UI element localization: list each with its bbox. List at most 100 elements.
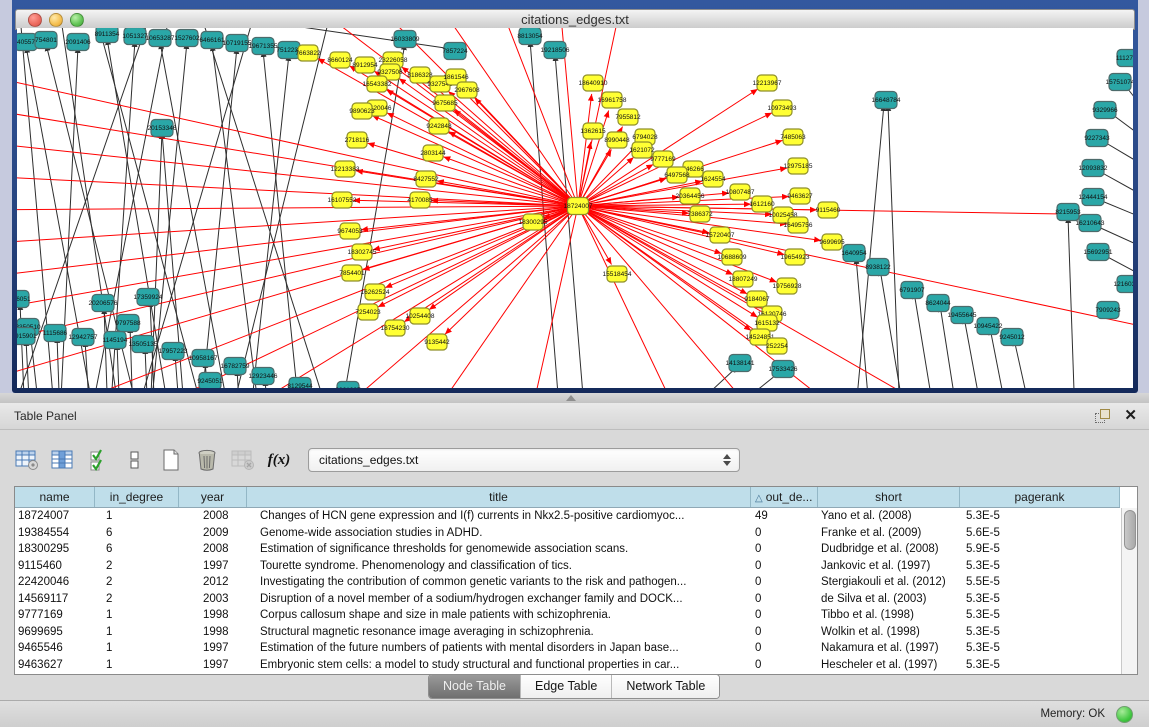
- graph-node[interactable]: 1527602: [174, 30, 200, 47]
- table-cell[interactable]: Franke et al. (2009): [818, 525, 960, 542]
- graph-node[interactable]: 7955812: [615, 109, 641, 125]
- graph-node[interactable]: 15720407: [706, 227, 735, 243]
- graph-node[interactable]: 16210643: [1076, 215, 1105, 232]
- graph-node[interactable]: 16782759: [221, 358, 250, 375]
- graph-node[interactable]: 16495756: [784, 217, 813, 233]
- table-cell[interactable]: Tibbo et al. (1998): [818, 607, 960, 624]
- table-cell[interactable]: 1: [95, 607, 179, 624]
- table-cell[interactable]: 5.3E-5: [960, 640, 1120, 657]
- graph-node[interactable]: 18302745: [348, 244, 377, 260]
- table-row[interactable]: 946362711997Embryonic stem cells: a mode…: [15, 657, 1122, 674]
- graph-node[interactable]: 9675685: [432, 95, 458, 111]
- table-cell[interactable]: 2008: [179, 508, 247, 525]
- table-cell[interactable]: Wolkin et al. (1998): [818, 624, 960, 641]
- table-cell[interactable]: 0: [751, 574, 818, 591]
- table-cell[interactable]: Estimation of the future numbers of pati…: [247, 640, 751, 657]
- table-cell[interactable]: 0: [751, 624, 818, 641]
- table-mode-button[interactable]: [14, 447, 40, 473]
- graph-node[interactable]: 9674053: [337, 223, 363, 239]
- graph-node[interactable]: 2967608: [454, 82, 480, 98]
- table-row[interactable]: 977716911998Corpus callosum shape and si…: [15, 607, 1122, 624]
- table-cell[interactable]: Investigating the contribution of common…: [247, 574, 751, 591]
- table-cell[interactable]: 2012: [179, 574, 247, 591]
- tab-edge-table[interactable]: Edge Table: [521, 675, 612, 698]
- graph-node[interactable]: 7857224: [442, 43, 468, 60]
- table-cell[interactable]: 1: [95, 508, 179, 525]
- table-cell[interactable]: 5.3E-5: [960, 508, 1120, 525]
- tab-node-table[interactable]: Node Table: [429, 675, 521, 698]
- graph-node[interactable]: 15518454: [603, 266, 632, 282]
- table-cell[interactable]: 1998: [179, 607, 247, 624]
- graph-node[interactable]: 9329966: [1092, 102, 1118, 119]
- table-cell[interactable]: 0: [751, 657, 818, 674]
- table-cell[interactable]: 1: [95, 657, 179, 674]
- table-cell[interactable]: 19384554: [15, 525, 95, 542]
- graph-node[interactable]: 8427552: [413, 171, 439, 187]
- graph-node[interactable]: 16033809: [391, 31, 420, 48]
- table-cell[interactable]: Nakamura et al. (1997): [818, 640, 960, 657]
- table-cell[interactable]: Dudbridge et al. (2008): [818, 541, 960, 558]
- table-cell[interactable]: 5.6E-5: [960, 525, 1120, 542]
- table-cell[interactable]: 1997: [179, 640, 247, 657]
- table-cell[interactable]: 5.3E-5: [960, 607, 1120, 624]
- table-cell[interactable]: Changes of HCN gene expression and I(f) …: [247, 508, 751, 525]
- table-cell[interactable]: 9115460: [15, 558, 95, 575]
- table-row[interactable]: 946554611997Estimation of the future num…: [15, 640, 1122, 657]
- graph-node[interactable]: 10807487: [726, 184, 755, 200]
- delete-column-button[interactable]: [194, 447, 220, 473]
- graph-node[interactable]: 16648784: [872, 92, 901, 109]
- graph-node[interactable]: 1051327: [122, 28, 148, 45]
- graph-node[interactable]: 7663822: [295, 45, 321, 61]
- table-cell[interactable]: 0: [751, 607, 818, 624]
- graph-node[interactable]: 12093832: [1079, 160, 1108, 177]
- table-cell[interactable]: 5.3E-5: [960, 558, 1120, 575]
- graph-node[interactable]: 754801: [35, 32, 57, 49]
- graph-node[interactable]: 18724007: [564, 198, 593, 215]
- table-cell[interactable]: 6: [95, 525, 179, 542]
- graph-node[interactable]: 7854401: [339, 265, 365, 281]
- graph-node[interactable]: 9699695: [819, 234, 845, 250]
- graph-node[interactable]: 9184067: [744, 291, 770, 307]
- table-cell[interactable]: 1997: [179, 558, 247, 575]
- graph-node[interactable]: 1112747: [1116, 50, 1133, 67]
- graph-node[interactable]: 8912954: [352, 57, 378, 73]
- vertical-scrollbar[interactable]: [1121, 508, 1137, 674]
- graph-node[interactable]: 19654923: [781, 249, 810, 265]
- graph-node[interactable]: 1362615: [580, 123, 606, 139]
- graph-node[interactable]: 6466161: [199, 32, 225, 49]
- graph-node[interactable]: 20153346: [148, 120, 177, 137]
- graph-node[interactable]: 9115460: [816, 202, 841, 218]
- tab-network-table[interactable]: Network Table: [612, 675, 719, 698]
- graph-node[interactable]: 8813054: [517, 28, 543, 45]
- graph-node[interactable]: 17533426: [769, 361, 798, 378]
- graph-node[interactable]: 10254408: [406, 308, 435, 324]
- table-cell[interactable]: 2: [95, 591, 179, 608]
- table-cell[interactable]: Stergiakouli et al. (2012): [818, 574, 960, 591]
- table-cell[interactable]: 0: [751, 541, 818, 558]
- graph-node[interactable]: 20364456: [676, 188, 705, 204]
- table-row[interactable]: 1938455462009Genome-wide association stu…: [15, 525, 1122, 542]
- graph-node[interactable]: 2718116: [345, 132, 370, 148]
- graph-node[interactable]: 12942757: [69, 329, 98, 346]
- graph-node[interactable]: 13505135: [129, 336, 158, 353]
- column-header-title[interactable]: title: [247, 487, 751, 507]
- graph-node[interactable]: 3915901: [17, 328, 37, 345]
- column-header-short[interactable]: short: [818, 487, 960, 507]
- table-cell[interactable]: 0: [751, 525, 818, 542]
- graph-node[interactable]: 1145194: [103, 332, 128, 349]
- graph-node[interactable]: 10688609: [718, 249, 747, 265]
- graph-node[interactable]: 2803144: [420, 145, 446, 161]
- graph-node[interactable]: 10653287: [146, 30, 175, 47]
- function-builder-button[interactable]: f(x): [266, 447, 292, 473]
- graph-node[interactable]: 18640910: [579, 75, 608, 91]
- graph-node[interactable]: 15692951: [1084, 244, 1113, 261]
- float-panel-icon[interactable]: [1095, 409, 1109, 423]
- graph-node[interactable]: 9242848: [426, 118, 452, 134]
- graph-node[interactable]: 17957223: [159, 343, 188, 360]
- graph-node[interactable]: 8624044: [925, 295, 951, 312]
- new-column-button[interactable]: [158, 447, 184, 473]
- table-cell[interactable]: Jankovic et al. (1997): [818, 558, 960, 575]
- graph-node[interactable]: 12923446: [249, 368, 278, 385]
- table-cell[interactable]: Hescheler et al. (1997): [818, 657, 960, 674]
- graph-node[interactable]: 1640954: [841, 245, 867, 262]
